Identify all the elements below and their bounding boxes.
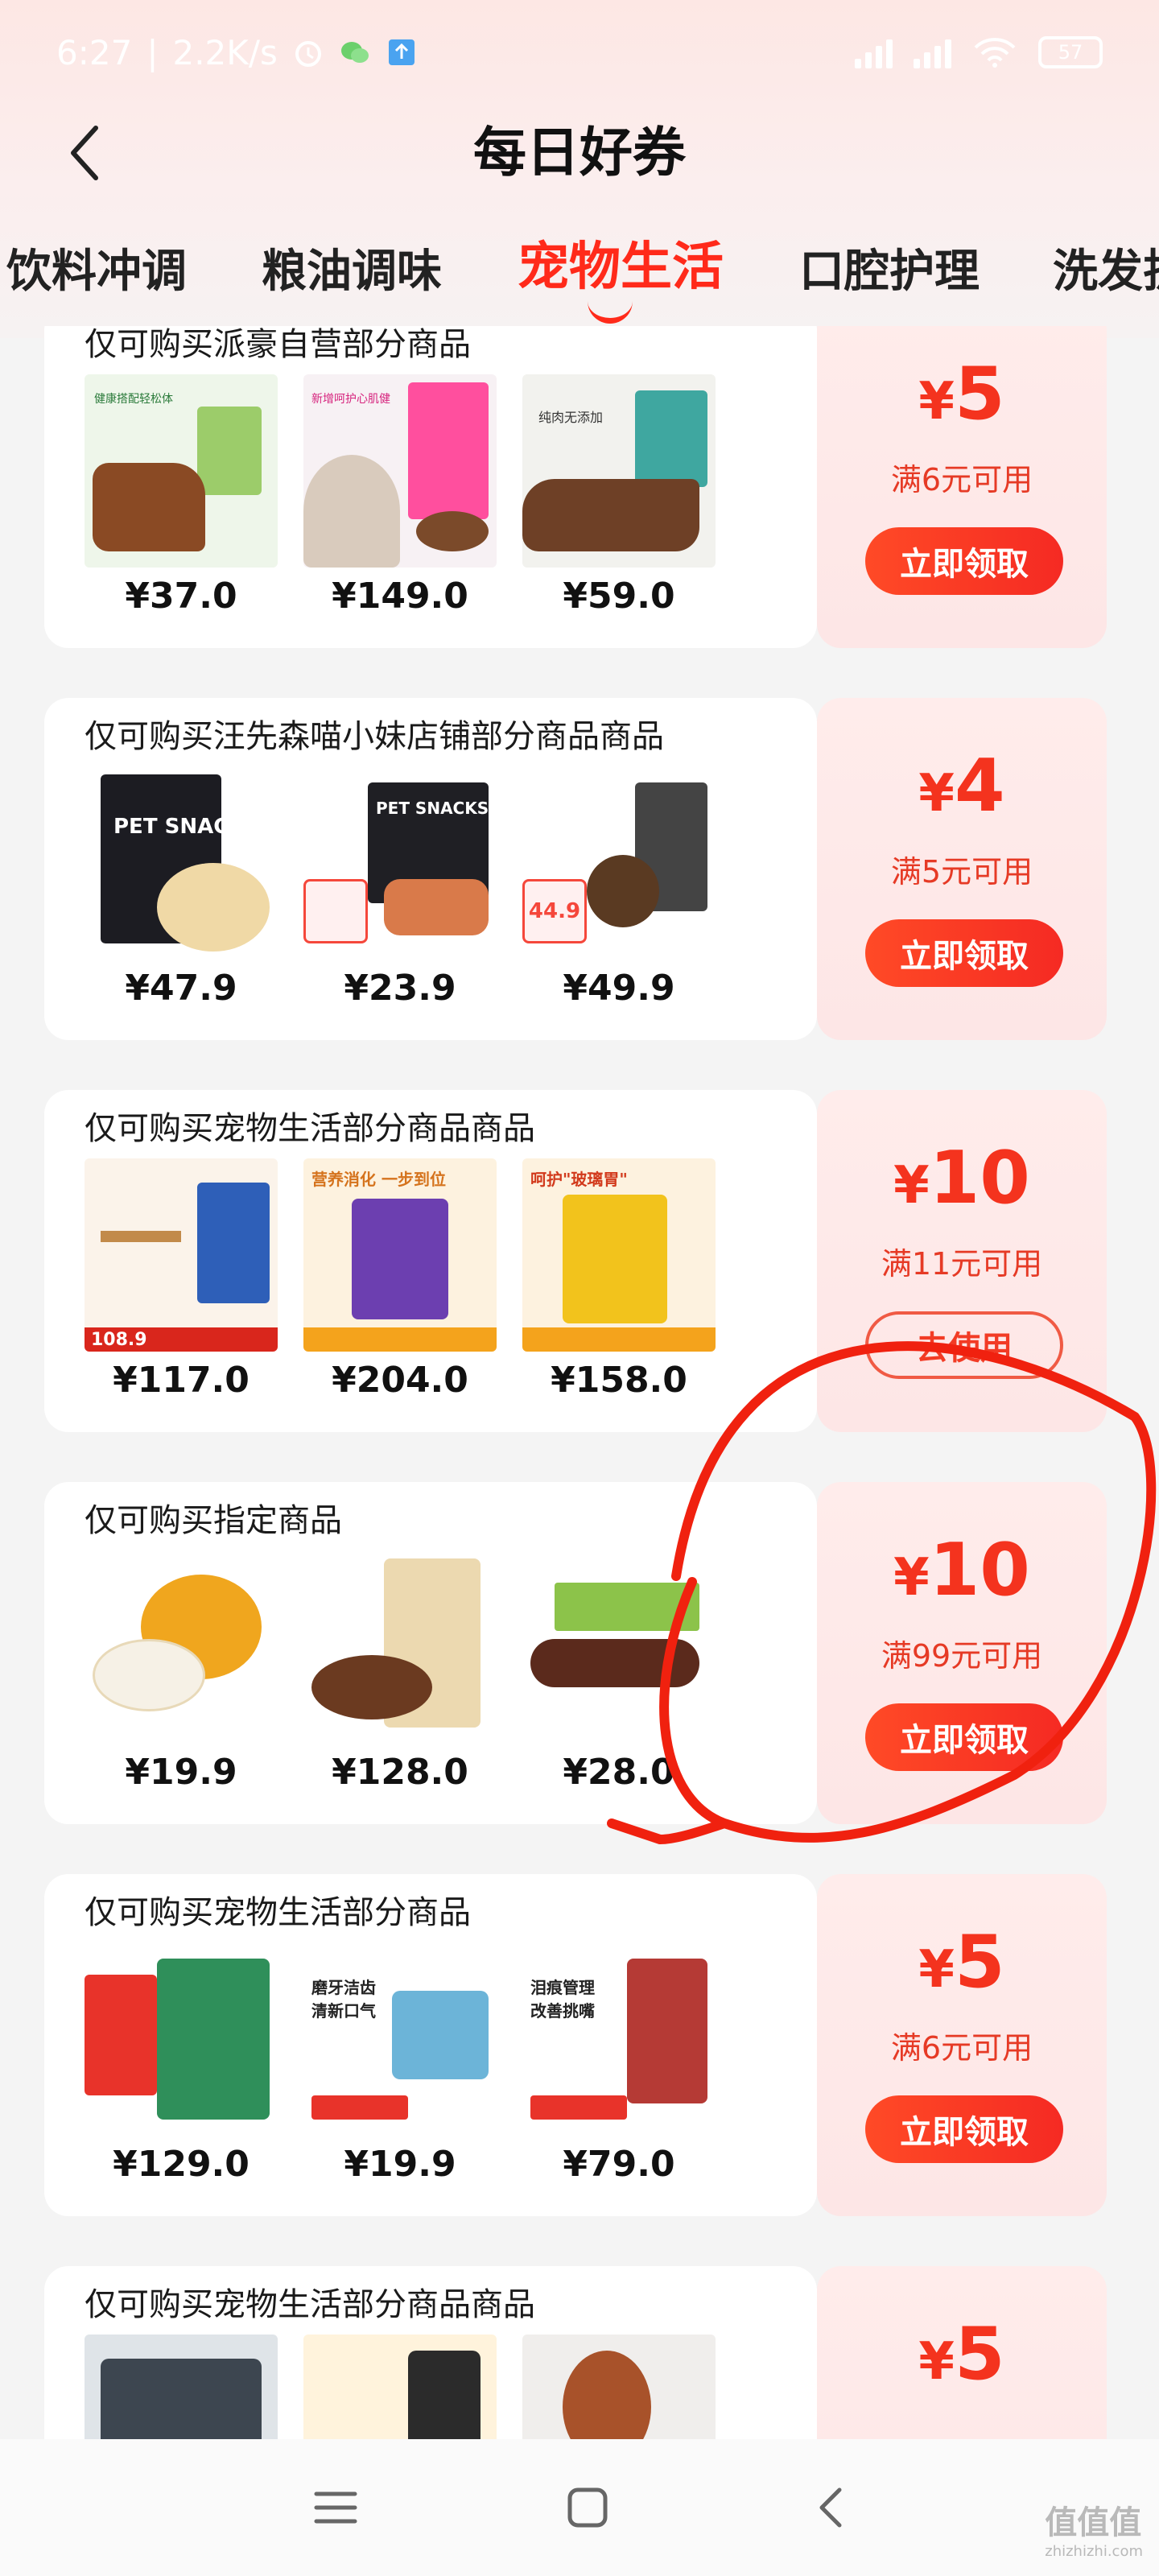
- red-circle-annotation: [607, 1341, 1157, 1844]
- tab-pet-life[interactable]: 宠物生活: [518, 238, 724, 296]
- status-bar: 6:27 | 2.2K/s 57: [0, 0, 1159, 105]
- status-time: 6:27: [56, 32, 133, 72]
- category-tabs: 饮料冲调 粮油调味 宠物生活 口腔护理 洗发护: [0, 211, 1159, 332]
- wifi-icon: [974, 38, 1016, 68]
- tab-grain-oil[interactable]: 粮油调味: [262, 243, 442, 301]
- coupon-list: 仅可购买派豪自营部分商品 健康搭配轻松体 ¥37.0 新增呵护心肌健 ¥149.…: [0, 326, 1159, 2439]
- menu-icon[interactable]: [311, 2487, 360, 2528]
- active-tab-indicator: [588, 299, 633, 324]
- tab-oral-care[interactable]: 口腔护理: [799, 243, 980, 301]
- watermark-url: zhizhizhi.com: [1045, 2543, 1143, 2560]
- watermark: 值值值 zhizhizhi.com: [1045, 2496, 1143, 2560]
- navigation-bar: 每日好券: [0, 105, 1159, 201]
- signal-1-icon: [855, 36, 893, 68]
- watermark-text: 值值值: [1045, 2504, 1142, 2541]
- upload-icon: [388, 39, 415, 65]
- page-title: 每日好券: [473, 122, 686, 184]
- back-icon[interactable]: [815, 2485, 848, 2530]
- tab-drinks[interactable]: 饮料冲调: [6, 243, 187, 301]
- home-icon[interactable]: [565, 2485, 610, 2530]
- battery-indicator: 57: [1038, 36, 1103, 68]
- signal-2-icon: [914, 36, 951, 68]
- network-speed: 2.2K/s: [172, 32, 278, 72]
- alarm-icon: [295, 41, 321, 67]
- system-navigation-bar: [0, 2439, 1159, 2576]
- status-divider: |: [146, 32, 159, 72]
- wechat-icon: [340, 42, 369, 63]
- tab-hair-care[interactable]: 洗发护: [1053, 243, 1159, 301]
